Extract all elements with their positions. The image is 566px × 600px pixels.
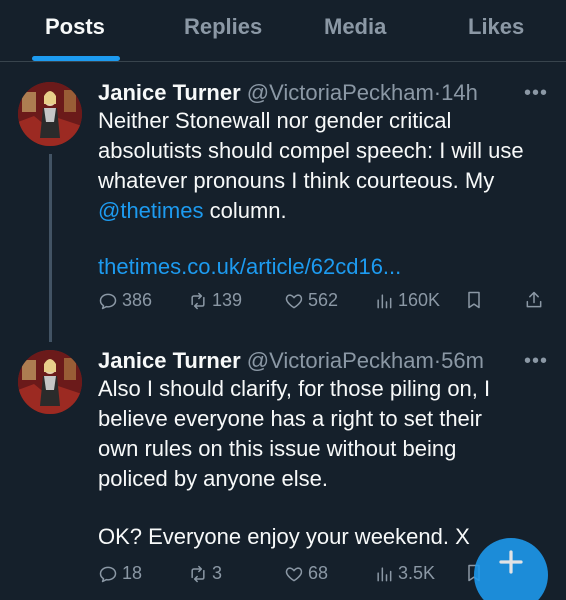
- like-count: 562: [308, 290, 339, 310]
- tab-replies[interactable]: Replies: [184, 14, 262, 40]
- post-time[interactable]: ·56m: [434, 348, 484, 373]
- like-button[interactable]: 562: [284, 290, 338, 311]
- tab-media[interactable]: Media: [324, 14, 386, 40]
- post-text-line: believe everyone has a right to set thei…: [98, 406, 483, 431]
- post-text-line: Neither Stonewall nor gender critical: [98, 108, 452, 133]
- avatar-image-icon: [18, 350, 82, 414]
- more-options-button[interactable]: •••: [524, 350, 548, 373]
- like-icon: [285, 293, 303, 308]
- share-icon: [526, 291, 542, 308]
- reply-icon: [99, 566, 117, 582]
- like-count: 68: [308, 563, 329, 583]
- reply-count: 386: [122, 290, 153, 310]
- reply-icon: [99, 293, 117, 309]
- post-author: Janice Turner @VictoriaPeckham·56m: [98, 348, 484, 374]
- views-icon: [377, 566, 392, 581]
- views-count: 3.5K: [398, 563, 436, 583]
- author-name[interactable]: Janice Turner: [98, 80, 241, 105]
- repost-button[interactable]: 3: [188, 563, 222, 584]
- post-text-line: own rules on this issue without being: [98, 436, 457, 461]
- post-text-line: @thetimes column.: [98, 196, 287, 226]
- avatar-image-icon: [18, 82, 82, 146]
- article-link[interactable]: thetimes.co.uk/article/62cd16...: [98, 252, 401, 282]
- post-time[interactable]: ·14h: [434, 80, 478, 105]
- views-button[interactable]: 3.5K: [374, 563, 435, 584]
- views-button[interactable]: 160K: [374, 290, 440, 311]
- post-text-line: absolutists should compel speech: I will…: [98, 138, 524, 163]
- tab-likes[interactable]: Likes: [468, 14, 524, 40]
- avatar[interactable]: [18, 82, 82, 146]
- post-text-line: whatever pronouns I think courteous. My: [98, 168, 495, 193]
- repost-count: 139: [212, 290, 243, 310]
- bookmark-button[interactable]: [464, 290, 484, 310]
- repost-count: 3: [212, 563, 223, 583]
- post-author: Janice Turner @VictoriaPeckham·14h: [98, 80, 478, 106]
- views-count: 160K: [398, 290, 441, 310]
- views-icon: [377, 293, 392, 308]
- compose-button[interactable]: [474, 538, 548, 600]
- post-text-line: Also I should clarify, for those piling …: [98, 376, 491, 401]
- compose-plus-icon: [499, 550, 523, 574]
- post-actions: 386 139 562 160K: [0, 290, 566, 316]
- post-text-line: OK? Everyone enjoy your weekend. X: [98, 524, 470, 549]
- article-url[interactable]: thetimes.co.uk/article/62cd16...: [98, 254, 401, 279]
- author-name[interactable]: Janice Turner: [98, 348, 241, 373]
- post-text-fragment: column.: [203, 198, 287, 223]
- like-icon: [285, 566, 303, 581]
- reply-button[interactable]: 386: [98, 290, 152, 311]
- profile-tabs: Posts Replies Media Likes: [0, 0, 566, 62]
- active-tab-indicator: [32, 56, 120, 61]
- bookmark-icon: [468, 291, 480, 309]
- tab-posts[interactable]: Posts: [45, 14, 105, 40]
- repost-icon: [191, 292, 205, 309]
- reply-count: 18: [122, 563, 143, 583]
- author-handle[interactable]: @VictoriaPeckham: [247, 348, 434, 373]
- author-handle[interactable]: @VictoriaPeckham: [247, 80, 434, 105]
- share-button[interactable]: [524, 290, 544, 310]
- repost-button[interactable]: 139: [188, 290, 242, 311]
- more-options-button[interactable]: •••: [524, 82, 548, 105]
- post-text-line: policed by anyone else.: [98, 466, 328, 491]
- avatar[interactable]: [18, 350, 82, 414]
- repost-icon: [191, 565, 205, 582]
- reply-button[interactable]: 18: [98, 563, 142, 584]
- like-button[interactable]: 68: [284, 563, 328, 584]
- mention-link[interactable]: @thetimes: [98, 198, 203, 223]
